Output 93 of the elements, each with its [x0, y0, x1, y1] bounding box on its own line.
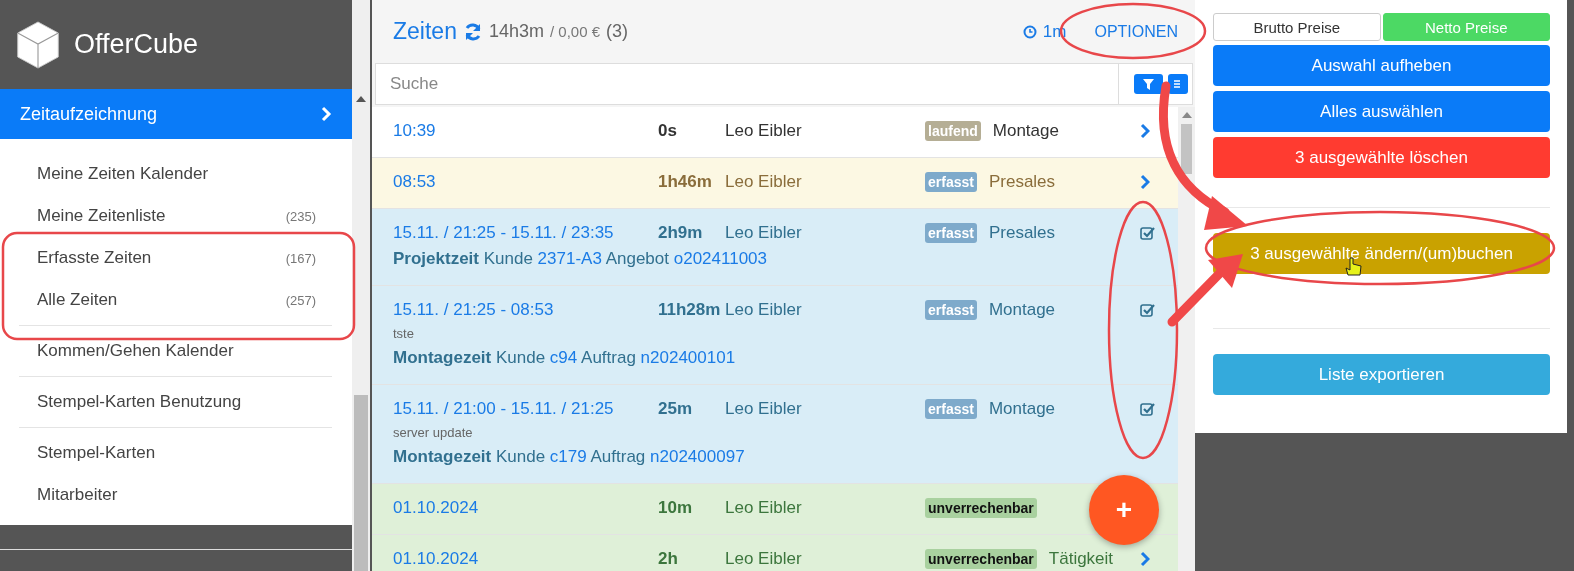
total-amount: / 0,00 €: [550, 23, 601, 40]
user-name: Leo Eibler: [725, 399, 803, 419]
status-badge: erfasst: [925, 399, 977, 419]
filter-icon: [1143, 78, 1154, 90]
cube-icon: [15, 19, 61, 70]
action-button[interactable]: Auswahl aufheben: [1213, 45, 1550, 86]
scroll-up-icon[interactable]: [1182, 112, 1192, 118]
time-range-link[interactable]: 10:39: [393, 121, 658, 141]
entry-note: server update: [393, 424, 474, 442]
sidebar-item[interactable]: Stempel-Karten: [19, 432, 332, 474]
clock-icon: [1022, 24, 1037, 39]
time-entry-row[interactable]: 01.10.2024 2h Leo Eibler unverrechenbar Tätigkeit: [372, 535, 1178, 571]
action-button[interactable]: Alles auswählen: [1213, 91, 1550, 132]
activity-text: Montage: [988, 399, 1056, 419]
status-badge: erfasst: [925, 300, 977, 320]
time-range-link[interactable]: 15.11. / 21:25 - 08:53: [393, 300, 658, 320]
user-name: Leo Eibler: [725, 300, 803, 320]
status-badge: erfasst: [925, 172, 977, 192]
chevron-right-icon[interactable]: [1140, 551, 1150, 567]
time-range-link[interactable]: 15.11. / 21:00 - 15.11. / 21:25: [393, 399, 658, 419]
chevron-right-icon: [320, 106, 332, 122]
entry-count: (3): [606, 21, 629, 42]
user-name: Leo Eibler: [725, 223, 803, 243]
time-entry-row[interactable]: 08:53 1h46m Leo Eibler erfasst Presales: [372, 158, 1178, 209]
entry-note: tste: [393, 325, 415, 343]
status-badge: unverrechenbar: [925, 549, 1037, 569]
time-entry-row[interactable]: 15.11. / 21:00 - 15.11. / 21:25 25m Leo Eibler erfasst Montage server update Montagezeit Kunde c179 Auftrag n202400097: [372, 385, 1178, 484]
duration-text: 1h46m: [658, 172, 713, 192]
reference-link[interactable]: n202400097: [650, 447, 745, 466]
item-count: (167): [285, 250, 316, 266]
reference-link[interactable]: 2371-A3: [537, 249, 602, 268]
duration-text: 2h9m: [658, 223, 704, 243]
sidebar-item[interactable]: Erfasste Zeiten (167): [19, 237, 332, 279]
status-badge: laufend: [925, 121, 981, 141]
time-entry-row[interactable]: 15.11. / 21:25 - 08:53 11h28m Leo Eibler erfasst Montage tste Montagezeit Kunde c94 Auftrag n202400101: [372, 286, 1178, 385]
action-button[interactable]: 3 ausgewählte ändern/(um)buchen: [1213, 233, 1550, 274]
item-count: (235): [285, 208, 316, 224]
activity-text: Montage: [992, 121, 1059, 141]
duration-text: 11h28m: [658, 300, 722, 320]
time-entry-row[interactable]: 10:39 0s Leo Eibler laufend Montage: [372, 107, 1178, 158]
sidebar-item[interactable]: Mitarbeiter: [19, 474, 332, 516]
duration-text: 25m: [658, 399, 694, 419]
activity-text: Presales: [988, 172, 1056, 192]
action-button[interactable]: Liste exportieren: [1213, 354, 1550, 395]
total-duration: 14h3m: [488, 21, 544, 42]
user-name: Leo Eibler: [725, 549, 803, 569]
scrollbar-thumb[interactable]: [354, 395, 368, 571]
reference-link[interactable]: o202411003: [673, 249, 767, 268]
sidebar-item[interactable]: Alle Zeiten (257): [19, 279, 332, 321]
duration-text: 10m: [658, 498, 694, 518]
time-range-link[interactable]: 08:53: [393, 172, 658, 192]
duration-text: 0s: [658, 121, 678, 141]
status-badge: erfasst: [925, 223, 977, 243]
checked-box-icon[interactable]: [1140, 402, 1155, 416]
list-icon: [1174, 79, 1182, 89]
toolbar-button[interactable]: [1168, 74, 1188, 94]
search-field[interactable]: Suche: [375, 63, 1118, 105]
sidebar-section[interactable]: Zeitaufzeichnung: [0, 89, 352, 139]
time-range-link[interactable]: 15.11. / 21:25 - 15.11. / 23:35: [393, 223, 658, 243]
sidebar-item[interactable]: Kommen/Gehen Kalender: [19, 330, 332, 372]
price-toggle[interactable]: Brutto Preise: [1213, 13, 1381, 41]
duration-text: 2h: [658, 549, 679, 569]
activity-text: Montage: [988, 300, 1056, 320]
action-button[interactable]: 3 ausgewählte löschen: [1213, 137, 1550, 178]
app-name: OfferCube: [74, 29, 199, 60]
sidebar-item[interactable]: Meine Zeitenliste (235): [19, 195, 332, 237]
checked-box-icon[interactable]: [1140, 226, 1155, 240]
page-title: Zeiten: [393, 18, 457, 45]
activity-text: Tätigkeit: [1048, 549, 1114, 569]
sidebar-item[interactable]: Meine Zeiten Kalender: [19, 153, 332, 195]
reference-link[interactable]: c179: [549, 447, 587, 466]
sidebar-item[interactable]: Stempel-Karten Benutzung: [19, 381, 332, 423]
time-range-link[interactable]: 01.10.2024: [393, 549, 658, 569]
reference-link[interactable]: n202400101: [640, 348, 736, 367]
chevron-right-icon[interactable]: [1140, 174, 1150, 190]
checked-box-icon[interactable]: [1140, 303, 1155, 317]
time-entry-row[interactable]: 15.11. / 21:25 - 15.11. / 23:35 2h9m Leo Eibler erfasst Presales Projektzeit Kunde 2371-A3 Angebot o202411003: [372, 209, 1178, 286]
entry-details: Projektzeit Kunde 2371-A3 Angebot o202411003: [393, 248, 768, 270]
filter-button[interactable]: [1134, 74, 1163, 94]
scroll-up-icon[interactable]: [356, 96, 366, 102]
entry-details: Montagezeit Kunde c94 Auftrag n202400101: [393, 347, 737, 369]
scrollbar-thumb[interactable]: [1181, 124, 1192, 174]
entry-details: Montagezeit Kunde c179 Auftrag n202400097: [393, 446, 746, 468]
item-count: (257): [285, 292, 316, 308]
user-name: Leo Eibler: [725, 498, 803, 518]
options-link[interactable]: OPTIONEN: [1094, 22, 1178, 41]
time-range-link[interactable]: 01.10.2024: [393, 498, 658, 518]
chevron-right-icon[interactable]: [1140, 123, 1150, 139]
user-name: Leo Eibler: [725, 121, 803, 141]
status-badge: unverrechenbar: [925, 498, 1037, 518]
reference-link[interactable]: c94: [549, 348, 578, 367]
activity-text: Presales: [988, 223, 1056, 243]
user-name: Leo Eibler: [725, 172, 803, 192]
